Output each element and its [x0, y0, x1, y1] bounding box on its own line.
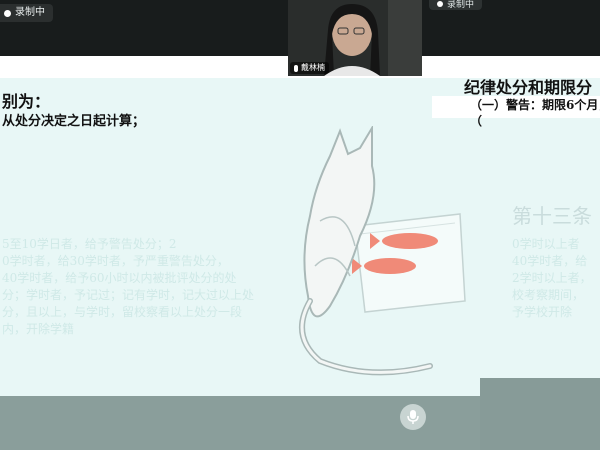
recording-label-secondary: 录制中 [446, 0, 474, 10]
bottom-right-panel [480, 378, 600, 450]
participant-name-tag: 戴林楠 [290, 62, 329, 74]
slide-right-heading: 纪律处分和期限分 [464, 78, 593, 97]
participant-name: 戴林楠 [301, 63, 325, 72]
recording-indicator-secondary[interactable]: 录制中 [428, 0, 482, 10]
slide-left-line: 从处分决定之日起计算； [2, 114, 146, 129]
mute-toggle-button[interactable] [400, 404, 426, 430]
recording-label: 录制中 [15, 7, 45, 18]
faint-text-right-4: 校考察期间， [512, 288, 585, 302]
slide-right-line-1: （一）警告：期限6个月， [470, 98, 600, 112]
faint-text-left-1: 5至10学日者，给予警告处分；2 [2, 237, 177, 251]
faint-text-left-5: 分，且以上，与学时，留校察看以上处分一段 [2, 305, 243, 319]
recording-indicator[interactable]: 录制中 [0, 4, 53, 22]
faint-text-left-6: 内，开除学籍 [2, 322, 75, 336]
microphone-icon [407, 410, 419, 424]
faint-text-left-2: 0学时者，给30学时者，予严重警告处分， [2, 254, 229, 268]
faint-text-right-5: 予学校开除 [512, 305, 573, 319]
faint-text-left-4: 分；学时者，予记过；记有学时，记大过以上处 [2, 288, 255, 302]
faint-text-left-3: 40学时者，给予60小时以内被批评处分的处 [2, 271, 237, 285]
faint-text-right-1: 0学时以上者 [512, 237, 580, 251]
faint-text-right-3: 2学时以上者， [512, 271, 592, 285]
cat-and-fish-illustration [299, 126, 466, 376]
recording-dot-icon [436, 1, 443, 7]
faint-text-right-2: 40学时者，给 [512, 254, 588, 268]
recording-dot-icon [4, 9, 11, 17]
mic-icon [294, 64, 298, 72]
slide-left-heading: 别为： [2, 92, 51, 111]
slide-right-line-2: （ [470, 114, 483, 128]
participant-video-tile[interactable]: 戴林楠 [288, 0, 422, 76]
slide-right-article-heading: 第十三条 [512, 204, 592, 228]
shared-slide: 纪律处分和期限分 （一）警告：期限6个月， （ 别为： 从处分决定之日起计算； … [0, 56, 600, 396]
